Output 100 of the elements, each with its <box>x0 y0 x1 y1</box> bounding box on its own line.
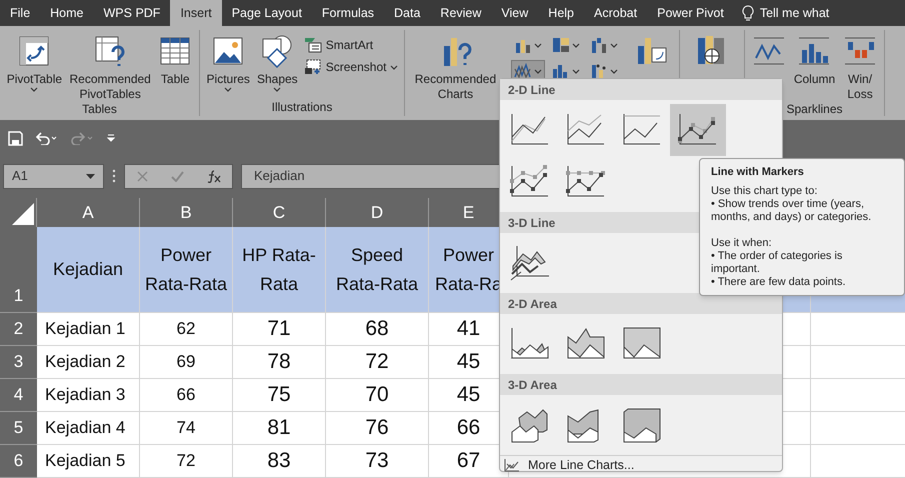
table-cell: 78 <box>233 346 326 379</box>
caret-icon <box>610 42 618 48</box>
ribbon-button[interactable]: Recommended PivotTables <box>66 30 154 102</box>
table-cell: 62 <box>140 313 233 346</box>
ribbon-tab[interactable]: Review <box>430 0 492 26</box>
hierarchy-chart-icon <box>552 37 570 53</box>
caret-icon <box>572 42 580 48</box>
save-icon[interactable] <box>8 130 23 146</box>
row-header[interactable]: 5 <box>0 412 37 445</box>
chart-icon <box>504 458 520 472</box>
table-cell: 70 <box>326 379 429 412</box>
caret-icon <box>534 68 542 74</box>
ribbon-button[interactable]: Recommended Charts <box>412 30 500 102</box>
caret-icon <box>534 42 542 48</box>
recommended-pivot-icon <box>93 34 128 68</box>
ribbon-button[interactable]: Screenshot <box>302 56 400 78</box>
more-icon <box>112 169 116 183</box>
table-cell: 76 <box>326 412 429 445</box>
table-cell: Kejadian 2 <box>37 346 140 379</box>
ribbon-tab[interactable]: Acrobat <box>584 0 648 26</box>
caret-icon <box>224 87 232 92</box>
caret-icon <box>390 64 398 70</box>
scatter-chart-icon <box>590 63 608 79</box>
table-cell: 83 <box>233 445 326 478</box>
table-cell: Kejadian 3 <box>37 379 140 412</box>
name-box[interactable]: A1 <box>3 164 104 188</box>
ribbon-tab[interactable]: File <box>0 0 40 26</box>
group-label: Sparklines <box>785 102 844 116</box>
ribbon-tab[interactable]: Power Pivot <box>647 0 734 26</box>
ribbon-button[interactable]: Shapes <box>254 30 301 92</box>
check-icon[interactable] <box>170 170 184 182</box>
dropdown-arrow-icon <box>86 174 95 178</box>
screenshot-icon <box>304 59 322 75</box>
ribbon-tab[interactable]: Page Layout <box>222 0 312 26</box>
ribbon-tab[interactable]: Data <box>384 0 430 26</box>
tooltip-title: Line with Markers <box>711 166 805 179</box>
select-all-icon[interactable] <box>12 203 34 225</box>
table-cell: Kejadian 1 <box>37 313 140 346</box>
table-cell: 73 <box>326 445 429 478</box>
tooltip-text: • There are few data points. <box>711 276 847 289</box>
section-header: 2-D Line <box>500 79 782 100</box>
tooltip-text: Use it when: <box>711 237 773 250</box>
tell-me-field[interactable]: Tell me what <box>760 4 830 22</box>
table-cell: 72 <box>326 346 429 379</box>
caret-icon <box>610 68 618 74</box>
smartart-icon <box>304 37 322 53</box>
row-header[interactable]: 2 <box>0 313 37 346</box>
more-charts-link[interactable]: More Line Charts... <box>500 455 782 475</box>
header-cell: Kejadian <box>37 227 140 313</box>
header-cell: Power Rata-Rata <box>140 227 233 313</box>
caret-icon <box>30 87 38 92</box>
pivot-table-icon <box>17 34 52 68</box>
table-cell: 74 <box>140 412 233 445</box>
table-cell: 75 <box>233 379 326 412</box>
table-cell: Kejadian 4 <box>37 412 140 445</box>
waterfall-chart-icon <box>590 37 608 53</box>
ribbon-button[interactable]: SmartArt <box>302 34 400 56</box>
ribbon-button[interactable]: Table <box>155 30 196 87</box>
customize-icon[interactable] <box>107 134 115 142</box>
column-chart-icon <box>514 37 532 53</box>
table-cell: 72 <box>140 445 233 478</box>
ribbon-tab[interactable]: Insert <box>170 0 222 26</box>
shapes-icon <box>260 34 294 68</box>
ribbon-button[interactable]: Pictures <box>204 30 253 92</box>
table-cell: 71 <box>233 313 326 346</box>
table-cell: Kejadian 5 <box>37 445 140 478</box>
ribbon-tab[interactable]: Home <box>40 0 94 26</box>
3d-full-area-icon <box>621 406 663 444</box>
table-cell: 68 <box>326 313 429 346</box>
group-label: Illustrations <box>270 100 334 116</box>
table-cell: 66 <box>140 379 233 412</box>
table-cell: 69 <box>140 346 233 379</box>
section-header: 2-D Area <box>500 293 782 314</box>
3d-line-icon <box>509 244 551 282</box>
tooltip-text: Use this chart type to: <box>711 185 818 198</box>
caret-icon <box>572 68 580 74</box>
header-cell: Speed Rata-Rata <box>326 227 429 313</box>
table-cell: 81 <box>233 412 326 445</box>
chart-option[interactable] <box>670 104 726 156</box>
group-label: Tables <box>81 102 118 116</box>
row-header[interactable]: 1 <box>0 227 37 313</box>
row-header[interactable]: 6 <box>0 445 37 478</box>
line-chart-icon <box>514 63 532 79</box>
ribbon-button[interactable]: PivotTable <box>4 30 66 92</box>
ribbon-button[interactable]: Win/ Loss <box>840 30 880 102</box>
row-header[interactable]: 4 <box>0 379 37 412</box>
function-icon[interactable] <box>206 170 220 182</box>
header-cell: HP Rata-Rata <box>233 227 326 313</box>
caret-icon <box>273 87 282 92</box>
row-header[interactable]: 3 <box>0 346 37 379</box>
ribbon-tab[interactable]: Help <box>538 0 584 26</box>
histogram-chart-icon <box>552 63 570 79</box>
ribbon-tab[interactable]: Formulas <box>312 0 384 26</box>
ribbon-tab[interactable]: View <box>491 0 538 26</box>
ribbon-tab[interactable]: WPS PDF <box>94 0 170 26</box>
section-header: 3-D Area <box>500 374 782 395</box>
ribbon-button[interactable]: Column <box>790 30 838 87</box>
tooltip-text: • The order of categories is important. <box>711 250 844 276</box>
lightbulb-icon <box>742 4 754 22</box>
undo-icon[interactable] <box>35 131 59 145</box>
